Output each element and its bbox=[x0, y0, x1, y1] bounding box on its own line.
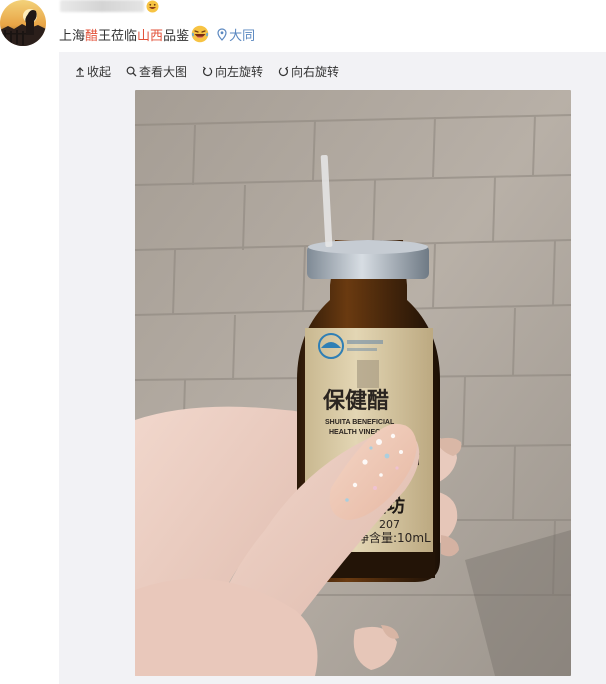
label-volume-text: 净含量:10mL bbox=[357, 530, 431, 545]
image-toolbar: 收起 查看大图 向左旋转 向右旋转 bbox=[75, 63, 354, 79]
collapse-up-icon bbox=[76, 66, 84, 77]
rotate-left-button[interactable]: 向左旋转 bbox=[202, 63, 263, 80]
view-large-label: 查看大图 bbox=[139, 64, 188, 79]
post-text-highlight: 醋 bbox=[85, 27, 99, 43]
expanded-image-panel: 收起 查看大图 向左旋转 向右旋转 保健醋 SHUITA BENEFICIAL … bbox=[59, 52, 606, 684]
laughing-crying-emoji-icon bbox=[191, 25, 209, 43]
post-text-part: 王莅临 bbox=[98, 27, 138, 43]
label-code-text: 207 bbox=[379, 518, 400, 531]
rotate-right-icon bbox=[278, 66, 289, 76]
collapse-button[interactable]: 收起 bbox=[75, 63, 111, 80]
laughing-emoji-icon bbox=[146, 0, 159, 13]
rotate-left-label: 向左旋转 bbox=[215, 64, 264, 79]
view-large-button[interactable]: 查看大图 bbox=[126, 63, 187, 80]
location-label: 大同 bbox=[229, 27, 256, 43]
rotate-right-button[interactable]: 向右旋转 bbox=[278, 63, 339, 80]
post-text-highlight: 山西 bbox=[137, 27, 164, 43]
label-main-text: 保健醋 bbox=[322, 388, 389, 414]
post-text-part: 上海 bbox=[59, 27, 86, 43]
location-link[interactable]: 大同 bbox=[217, 25, 255, 44]
post-photo[interactable]: 保健醋 SHUITA BENEFICIAL HEALTH VINEGAR 酒 醋… bbox=[135, 90, 571, 676]
username-blurred bbox=[60, 0, 144, 12]
collapse-label: 收起 bbox=[87, 64, 112, 79]
location-pin-icon bbox=[217, 27, 227, 41]
rotate-left-icon bbox=[202, 66, 213, 76]
avatar[interactable] bbox=[0, 0, 46, 46]
post-text-part: 品鉴 bbox=[163, 27, 190, 43]
label-en-line-1: SHUITA BENEFICIAL bbox=[325, 419, 395, 426]
rotate-right-label: 向右旋转 bbox=[291, 64, 340, 79]
post-text: 上海醋王莅临 山西 品鉴 大同 bbox=[59, 24, 255, 44]
magnifier-icon bbox=[126, 66, 137, 76]
